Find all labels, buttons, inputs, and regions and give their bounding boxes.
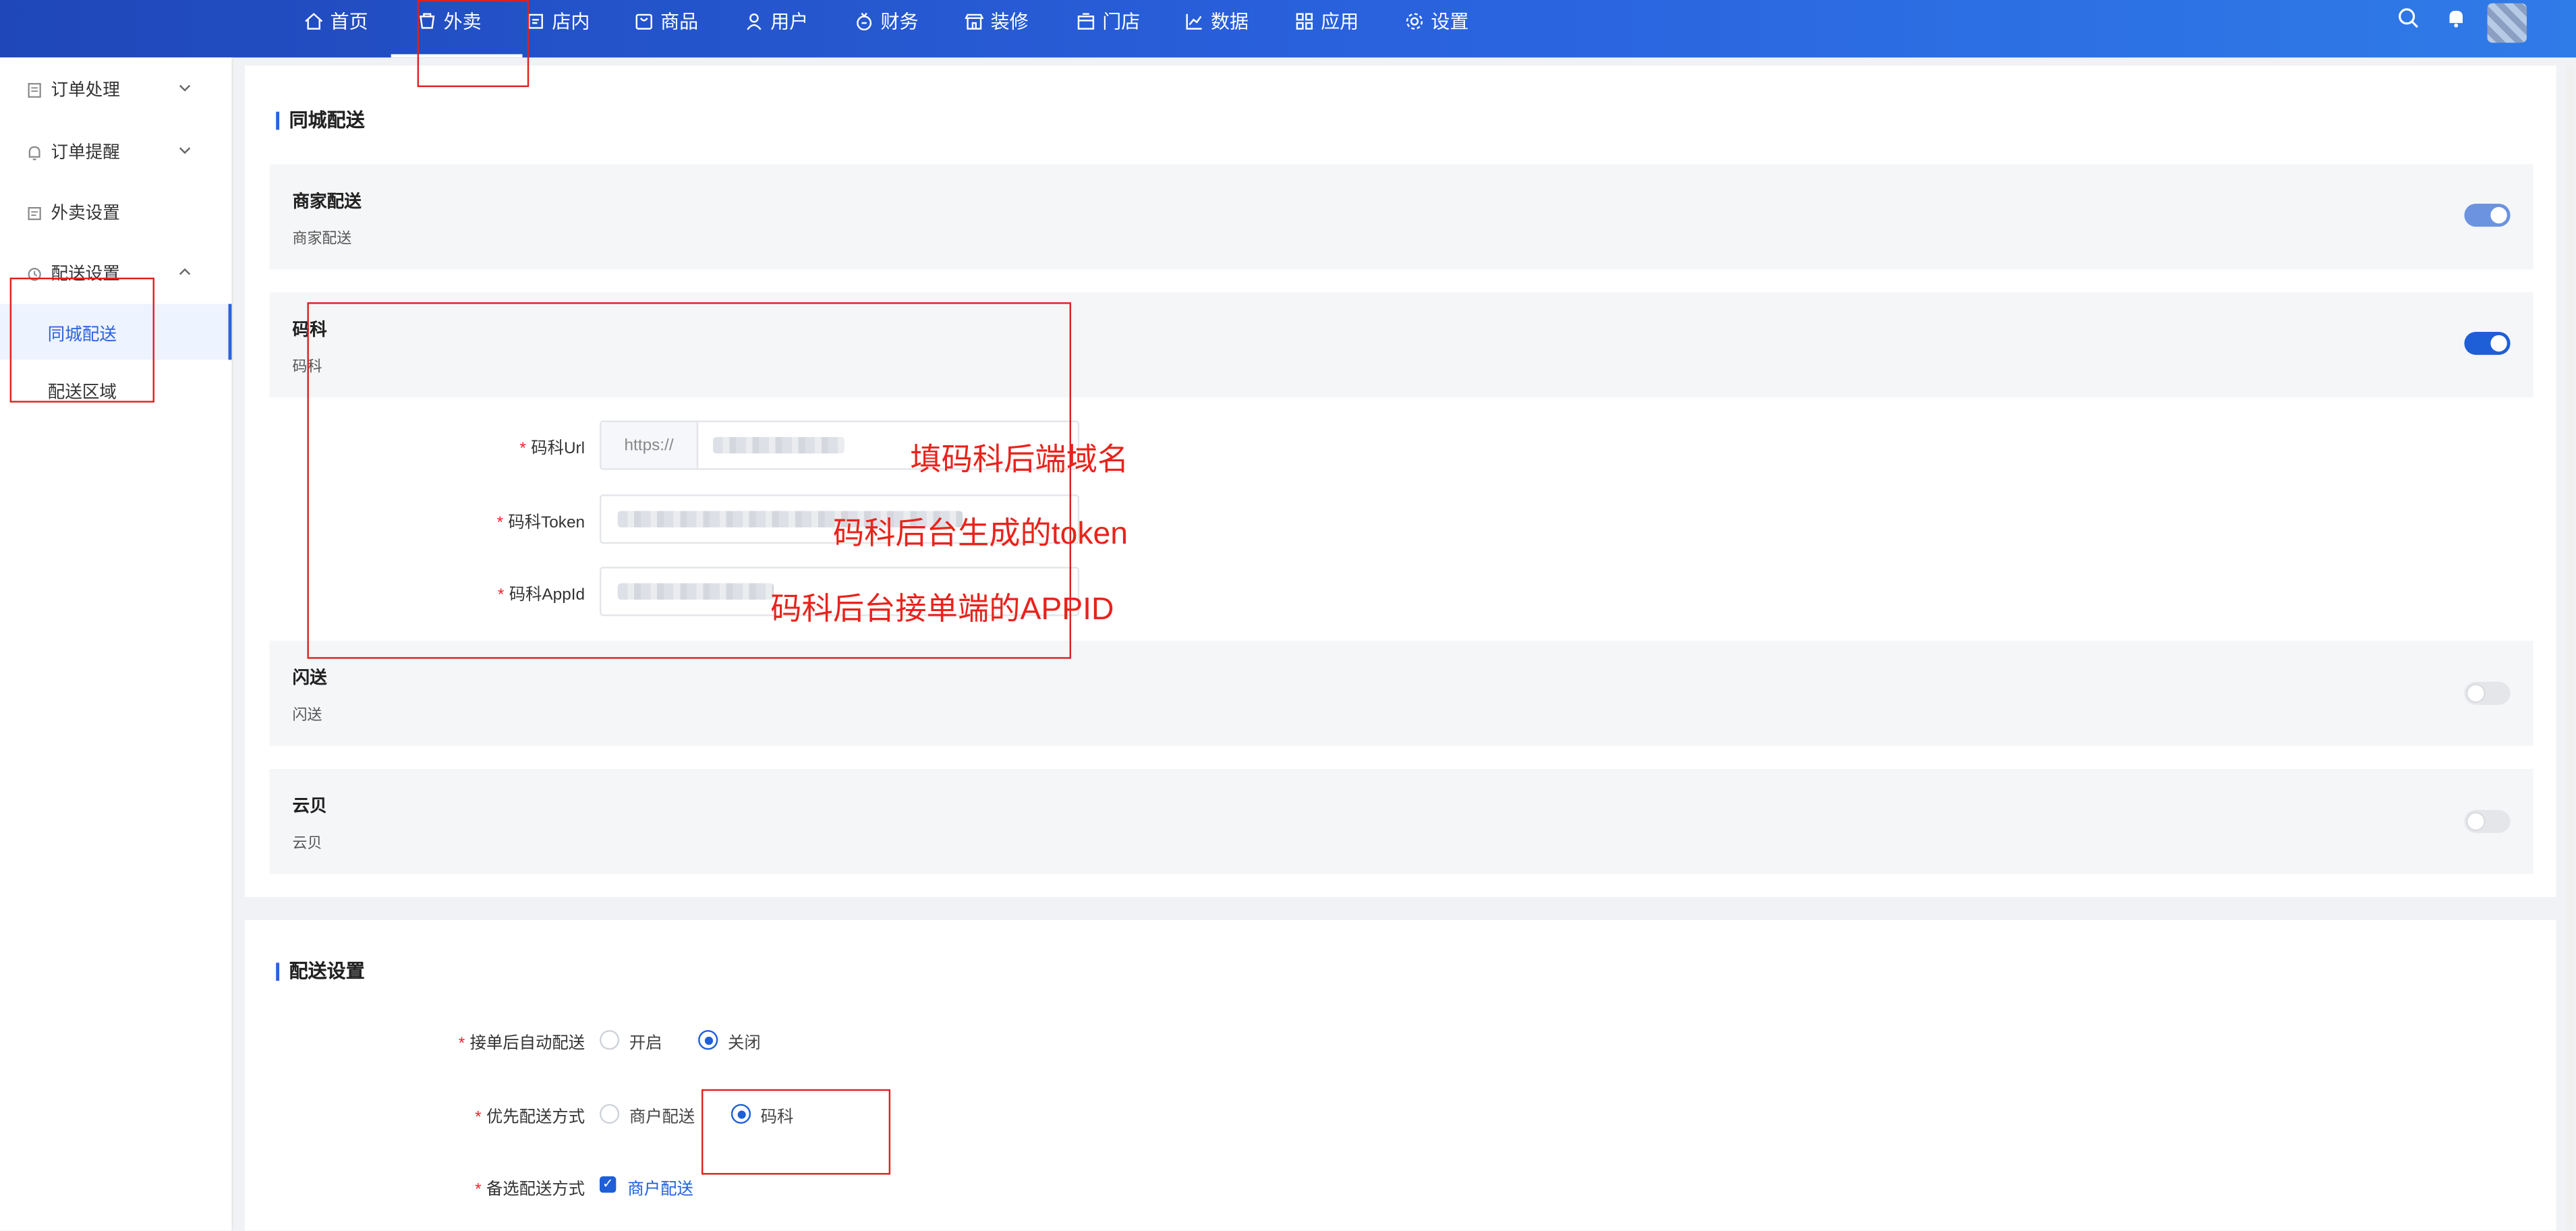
store-icon (1077, 12, 1095, 29)
chevron-down-icon[interactable] (177, 80, 192, 95)
bell-icon[interactable] (2444, 7, 2467, 30)
chart-icon (1186, 13, 1202, 29)
option-title: 商家配送 (292, 192, 362, 212)
option-merchant-delivery: 商家配送 商家配送 (269, 164, 2534, 270)
finance-icon (857, 11, 872, 30)
sidebar-item-order-reminder[interactable]: 订单提醒 (26, 140, 120, 165)
nav-label: 用户 (770, 12, 809, 32)
sidebar-active-indicator (228, 304, 232, 360)
nav-item-apps[interactable]: 应用 (1294, 0, 1358, 41)
priority-merchant-label: 商户配送 (629, 1109, 695, 1127)
toggle-knob (2490, 335, 2507, 352)
takeout-settings-icon (28, 206, 41, 220)
annotation-url: 填码科后端域名 (910, 443, 1129, 478)
section-title-text: 配送设置 (289, 963, 365, 983)
nav-item-decorate[interactable]: 装修 (965, 0, 1029, 41)
annotation-token: 码科后台生成的token (832, 517, 1128, 552)
auto-on-radio[interactable] (599, 1030, 620, 1050)
backup-delivery-label: * 备选配送方式 (427, 1174, 585, 1199)
goods-icon (635, 13, 652, 29)
nav-item-data[interactable]: 数据 (1184, 0, 1249, 41)
yunbei-toggle[interactable] (2464, 809, 2511, 833)
apps-icon (1296, 12, 1313, 29)
chevron-up-icon[interactable] (177, 264, 192, 279)
section-title: 同城配送 (276, 107, 365, 133)
sidebar-item-label: 外卖设置 (51, 204, 120, 224)
option-title: 闪送 (292, 668, 327, 689)
bell-icon (28, 145, 40, 160)
required-mark: * (475, 1181, 482, 1199)
auto-off-radio[interactable] (698, 1030, 718, 1050)
nav-item-user[interactable]: 用户 (744, 0, 808, 41)
priority-delivery-label-text: 优先配送方式 (486, 1109, 585, 1127)
top-nav-bar: 首页 外卖 店内 商品 用户 财务 装修 门店 数据 应用 设置 (0, 0, 2576, 58)
highlight-box-sidebar (9, 277, 154, 403)
option-yunbei: 云贝 云贝 (269, 768, 2534, 874)
avatar[interactable] (2487, 3, 2527, 43)
required-mark: * (458, 1035, 465, 1054)
priority-merchant-radio[interactable] (599, 1104, 620, 1124)
nav-label: 财务 (880, 12, 919, 32)
sidebar-item-label: 订单处理 (51, 80, 120, 101)
nav-label: 设置 (1431, 12, 1469, 32)
nav-label: 数据 (1211, 12, 1249, 32)
chevron-down-icon[interactable] (177, 143, 192, 158)
nav-label: 商品 (660, 12, 699, 32)
decorate-icon (965, 13, 984, 29)
nav-item-settings[interactable]: 设置 (1404, 0, 1468, 41)
option-title: 云贝 (292, 797, 327, 817)
auto-off-label: 关闭 (727, 1035, 761, 1054)
make-delivery-toggle[interactable] (2464, 331, 2511, 355)
search-icon[interactable] (2397, 7, 2420, 30)
delivery-settings-card (244, 919, 2556, 1231)
required-mark: * (475, 1109, 482, 1127)
document-icon (28, 82, 41, 97)
option-desc: 闪送 (292, 706, 322, 723)
toggle-knob (2490, 206, 2507, 224)
gear-icon (1406, 12, 1423, 29)
sidebar (0, 57, 233, 1231)
nav-label: 首页 (330, 12, 368, 32)
option-desc: 云贝 (292, 834, 322, 851)
auto-delivery-label: * 接单后自动配送 (427, 1029, 585, 1054)
nav-item-goods[interactable]: 商品 (634, 0, 698, 41)
nav-label: 装修 (990, 12, 1029, 32)
priority-delivery-label: * 优先配送方式 (427, 1102, 585, 1127)
nav-item-store[interactable]: 门店 (1076, 0, 1140, 41)
highlight-box-nav (417, 0, 529, 88)
nav-label: 应用 (1321, 12, 1359, 32)
section-title: 配送设置 (276, 958, 365, 984)
scrollbar[interactable] (2566, 65, 2575, 1231)
sidebar-item-order-process[interactable]: 订单处理 (26, 77, 120, 102)
backup-merchant-label: 商户配送 (627, 1181, 693, 1199)
nav-item-finance[interactable]: 财务 (855, 0, 919, 41)
nav-label: 门店 (1102, 12, 1141, 32)
backup-delivery-label-text: 备选配送方式 (486, 1181, 585, 1199)
merchant-delivery-toggle[interactable] (2464, 204, 2511, 227)
annotation-appid: 码科后台接单端的APPID (770, 593, 1114, 628)
user-icon (747, 12, 762, 30)
section-title-text: 同城配送 (289, 111, 365, 132)
sidebar-item-takeout-settings[interactable]: 外卖设置 (26, 200, 120, 225)
backup-merchant-checkbox[interactable]: ✓ (599, 1176, 617, 1193)
auto-delivery-label-text: 接单后自动配送 (469, 1035, 585, 1054)
option-desc: 商家配送 (292, 229, 352, 247)
home-icon (305, 11, 323, 29)
highlight-box-priority (702, 1089, 891, 1175)
title-accent-bar (276, 111, 280, 130)
nav-item-home[interactable]: 首页 (304, 0, 368, 41)
toggle-knob (2467, 685, 2484, 702)
nav-item-dine-in[interactable]: 店内 (525, 0, 590, 41)
title-accent-bar (276, 962, 280, 980)
auto-on-label: 开启 (629, 1035, 662, 1054)
nav-label: 店内 (552, 12, 590, 32)
shansong-toggle[interactable] (2464, 681, 2511, 705)
sidebar-item-label: 订单提醒 (51, 142, 120, 163)
toggle-knob (2467, 813, 2484, 830)
